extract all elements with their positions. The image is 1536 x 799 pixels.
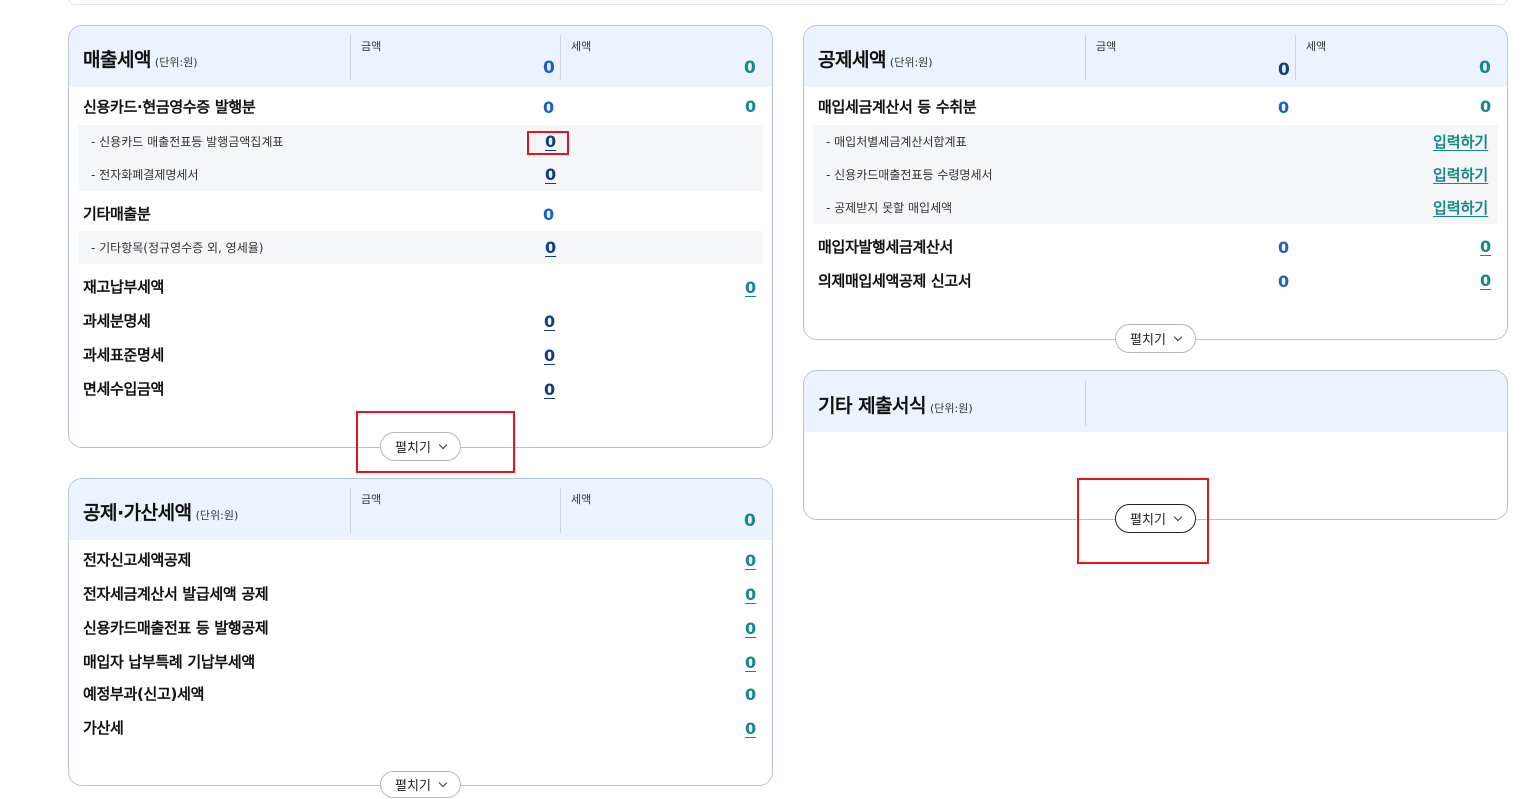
deduction-total-amount: 0 [1278, 60, 1290, 80]
e-filing-credit-link[interactable]: 0 [745, 551, 756, 570]
sales-tax-card: 매출세액 (단위:원) 금액 세액 0 0 신용카드·현금영수증 발행분 0 0 … [68, 25, 773, 461]
deduction-tax-expand-button[interactable]: 펼치기 [1115, 324, 1196, 353]
row-tax-base-details: 과세표준명세 [83, 346, 165, 364]
row-other-sales: 기타매출분 [83, 205, 151, 223]
row-e-filing-credit: 전자신고세액공제 [83, 551, 192, 569]
tax-column-label: 세액 [571, 493, 592, 506]
deemed-input-tax-link[interactable]: 0 [1480, 271, 1491, 290]
other-sales-amount: 0 [543, 205, 555, 224]
highlight-sales-expand-button [356, 411, 515, 473]
highlight-other-forms-expand-button [1077, 478, 1209, 564]
highlight-card-sales-slip-value [527, 131, 569, 155]
sales-tax-unit: (단위:원) [154, 56, 198, 69]
top-panel-edge [68, 0, 1508, 5]
amount-column-label: 금액 [361, 40, 382, 53]
deduction-tax-card: 공제세액 (단위:원) 금액 세액 0 0 매입세금계산서 등 수취분 0 0 -… [803, 25, 1508, 353]
deduction-add-tax-card: 공제·가산세액 (단위:원) 금액 세액 0 전자신고세액공제 0 전자세금계산서… [68, 478, 773, 798]
amount-column-label: 금액 [1096, 40, 1117, 53]
deduction-tax-title: 공제세액 (단위:원) [818, 49, 933, 71]
row-card-slip-credit: 신용카드매출전표 등 발행공제 [83, 619, 269, 637]
row-e-invoice-credit: 전자세금계산서 발급세액 공제 [83, 585, 269, 603]
deduction-add-tax-expand-button[interactable]: 펼치기 [380, 771, 461, 798]
penalty-tax-link[interactable]: 0 [745, 719, 756, 738]
sub-row-purchase-invoice-summary: - 매입처별세금계산서합계표 [826, 135, 967, 149]
sub-row-e-money-statement: - 전자화폐결제명세서 [91, 168, 199, 182]
deemed-input-tax-amount: 0 [1278, 272, 1290, 291]
purchase-invoice-summary-input-link[interactable]: 입력하기 [1433, 131, 1488, 152]
header-divider [1295, 35, 1296, 80]
non-deductible-input-link[interactable]: 입력하기 [1433, 197, 1488, 218]
card-slip-credit-link[interactable]: 0 [745, 619, 756, 638]
purchase-invoice-amount: 0 [1278, 98, 1290, 117]
other-forms-title: 기타 제출서식 (단위:원) [818, 395, 973, 417]
amount-column-label: 금액 [361, 493, 382, 506]
e-invoice-credit-link[interactable]: 0 [745, 585, 756, 604]
purchase-invoice-tax: 0 [1480, 97, 1492, 116]
scheduled-assessment-tax: 0 [745, 685, 757, 704]
header-divider [350, 35, 351, 80]
inventory-payment-tax-link[interactable]: 0 [745, 278, 756, 297]
purchaser-special-payment-link[interactable]: 0 [745, 653, 756, 672]
header-divider [350, 488, 351, 533]
sub-row-non-deductible-input-tax: - 공제받지 못할 매입세액 [826, 201, 953, 215]
header-divider [1085, 35, 1086, 80]
row-deemed-input-tax-credit: 의제매입세액공제 신고서 [818, 272, 972, 290]
row-inventory-payment-tax: 재고납부세액 [83, 278, 165, 296]
sales-total-tax: 0 [744, 58, 756, 78]
row-taxable-details: 과세분명세 [83, 312, 151, 330]
deduction-add-total-tax: 0 [744, 511, 756, 531]
purchaser-issued-invoice-tax-link[interactable]: 0 [1480, 237, 1491, 256]
chevron-down-icon [1173, 332, 1183, 341]
card-cash-receipt-amount: 0 [543, 98, 555, 117]
row-purchaser-issued-invoice: 매입자발행세금계산서 [818, 238, 954, 256]
e-money-statement-link[interactable]: 0 [545, 165, 556, 184]
row-scheduled-assessment-tax: 예정부과(신고)세액 [83, 685, 205, 703]
deduction-add-tax-unit: (단위:원) [195, 509, 239, 522]
other-forms-unit: (단위:원) [930, 402, 973, 415]
other-items-link[interactable]: 0 [545, 238, 556, 257]
tax-column-label: 세액 [1306, 40, 1327, 53]
row-tax-exempt-revenue: 면세수입금액 [83, 380, 165, 398]
card-slip-receipt-input-link[interactable]: 입력하기 [1433, 164, 1488, 185]
row-card-cash-receipt-issued: 신용카드·현금영수증 발행분 [83, 98, 256, 116]
header-divider [560, 35, 561, 80]
tax-exempt-revenue-link[interactable]: 0 [544, 380, 555, 399]
header-divider [1085, 381, 1086, 426]
deduction-tax-unit: (단위:원) [889, 56, 933, 69]
card-cash-receipt-tax: 0 [745, 97, 757, 116]
sub-row-card-sales-slip-summary: - 신용카드 매출전표등 발행금액집계표 [91, 135, 284, 149]
chevron-down-icon [438, 778, 448, 787]
sub-row-card-slip-receipt-statement: - 신용카드매출전표등 수령명세서 [826, 168, 993, 182]
purchaser-issued-invoice-amount: 0 [1278, 238, 1290, 257]
header-divider [560, 488, 561, 533]
row-purchase-invoice-received: 매입세금계산서 등 수취분 [818, 98, 977, 116]
sub-row-other-items: - 기타항목(정규영수증 외, 영세율) [91, 241, 264, 255]
sales-tax-title: 매출세액 (단위:원) [83, 49, 198, 71]
deduction-add-tax-title: 공제·가산세액 (단위:원) [83, 502, 239, 524]
tax-base-details-link[interactable]: 0 [544, 346, 555, 365]
tax-column-label: 세액 [571, 40, 592, 53]
taxable-details-link[interactable]: 0 [544, 312, 555, 331]
row-purchaser-special-payment: 매입자 납부특례 기납부세액 [83, 653, 255, 671]
sales-total-amount: 0 [543, 58, 555, 78]
deduction-total-tax: 0 [1479, 58, 1491, 78]
row-penalty-tax: 가산세 [83, 719, 124, 737]
